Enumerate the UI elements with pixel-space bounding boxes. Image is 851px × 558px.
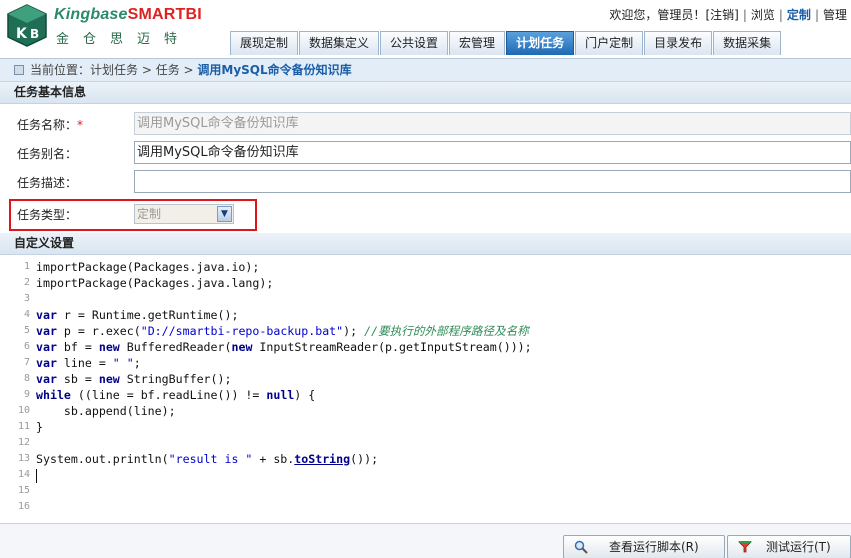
- task-alias-label: 任务别名：: [17, 147, 78, 161]
- line-number: 4: [23, 309, 30, 320]
- code-line[interactable]: 10 sb.append(line);: [0, 403, 851, 419]
- funnel-run-icon: [738, 541, 752, 553]
- code-line[interactable]: 12: [0, 435, 851, 451]
- line-number: 3: [23, 293, 30, 304]
- breadcrumb: 当前位置：计划任务 > 任务 > 调用MySQL命令备份知识库: [0, 58, 851, 82]
- browse-link[interactable]: 浏览: [751, 8, 775, 22]
- code-line[interactable]: 11}: [0, 419, 851, 435]
- code-line[interactable]: 8 var sb = new StringBuffer();: [0, 371, 851, 387]
- line-number: 2: [23, 277, 30, 288]
- line-number: 12: [17, 437, 30, 448]
- tab-dataset[interactable]: 数据集定义: [299, 31, 380, 55]
- view-run-script-button[interactable]: 查看运行脚本(R): [563, 535, 725, 558]
- line-number: 8: [23, 373, 30, 384]
- line-number: 16: [17, 501, 30, 512]
- svg-text:K: K: [16, 26, 28, 42]
- top-user-bar: 欢迎您，管理员！[注销] | 浏览 | 定制 | 管理: [609, 8, 847, 22]
- code-text: }: [36, 420, 43, 434]
- code-text: importPackage(Packages.java.io);: [36, 260, 260, 274]
- code-line[interactable]: 7 var line = " ";: [0, 355, 851, 371]
- line-number: 14: [17, 469, 30, 480]
- logo-wordmark: KingbaseSMARTBI: [54, 6, 202, 23]
- test-run-button[interactable]: 测试运行(T): [727, 535, 851, 558]
- line-number: 13: [17, 453, 30, 464]
- task-name-label: 任务名称：*: [17, 118, 84, 132]
- tab-portal[interactable]: 门户定制: [575, 31, 644, 55]
- task-alias-row: 任务别名： 调用MySQL命令备份知识库: [0, 138, 851, 167]
- code-line[interactable]: 4 var r = Runtime.getRuntime();: [0, 307, 851, 323]
- highlight-annotation-box: [9, 199, 257, 231]
- svg-text:B: B: [30, 27, 39, 41]
- code-text: var bf = new BufferedReader(new InputStr…: [36, 340, 532, 354]
- manage-link[interactable]: 管理: [823, 8, 847, 22]
- code-text: while ((line = bf.readLine()) != null) {: [36, 388, 316, 402]
- code-text: importPackage(Packages.java.lang);: [36, 276, 274, 290]
- code-text: System.out.println("result is " + sb.toS…: [36, 452, 379, 466]
- task-desc-row: 任务描述：: [0, 167, 851, 196]
- breadcrumb-current: 调用MySQL命令备份知识库: [197, 63, 352, 77]
- task-alias-field[interactable]: 调用MySQL命令备份知识库: [134, 141, 851, 164]
- tab-presentation[interactable]: 展现定制: [230, 31, 299, 55]
- required-marker: *: [77, 118, 84, 132]
- line-number: 1: [23, 261, 30, 272]
- code-line[interactable]: 14: [0, 467, 851, 483]
- app-header: K B KingbaseSMARTBI 金仓思迈特 欢迎您，管理员！[注销] | 浏…: [0, 0, 851, 55]
- line-number: 11: [17, 421, 30, 432]
- code-line[interactable]: 5 var p = r.exec("D://smartbi-repo-backup…: [0, 323, 851, 339]
- main-tab-bar: 展现定制 数据集定义 公共设置 宏管理 计划任务 门户定制 目录发布 数据采集: [230, 31, 782, 55]
- task-desc-label: 任务描述：: [17, 176, 78, 190]
- line-number: 10: [17, 405, 30, 416]
- code-text: var line = " ";: [36, 356, 141, 370]
- tab-common-settings[interactable]: 公共设置: [380, 31, 449, 55]
- code-line[interactable]: 6 var bf = new BufferedReader(new InputSt…: [0, 339, 851, 355]
- code-line[interactable]: 3: [0, 291, 851, 307]
- code-line[interactable]: 1 importPackage(Packages.java.io);: [0, 259, 851, 275]
- section-task-basic-info: 任务基本信息: [0, 82, 851, 104]
- code-line[interactable]: 13 System.out.println("result is " + sb.t…: [0, 451, 851, 467]
- code-text: var sb = new StringBuffer();: [36, 372, 232, 386]
- text-cursor: [36, 469, 37, 483]
- welcome-text: 欢迎您，管理员！: [609, 8, 706, 22]
- breadcrumb-path[interactable]: 计划任务 > 任务 >: [90, 63, 197, 77]
- code-text: var p = r.exec("D://smartbi-repo-backup.…: [36, 324, 529, 338]
- task-name-field: 调用MySQL命令备份知识库: [134, 112, 851, 135]
- code-line[interactable]: 2 importPackage(Packages.java.lang);: [0, 275, 851, 291]
- line-number: 9: [23, 389, 30, 400]
- code-line[interactable]: 16: [0, 499, 851, 515]
- section-custom-settings: 自定义设置: [0, 233, 851, 255]
- logo-subtitle: 金仓思迈特: [56, 32, 192, 47]
- task-name-row: 任务名称：* 调用MySQL命令备份知识库: [0, 109, 851, 138]
- tab-scheduled-tasks[interactable]: 计划任务: [506, 31, 575, 55]
- customize-link[interactable]: 定制: [787, 8, 811, 22]
- line-number: 6: [23, 341, 30, 352]
- line-number: 5: [23, 325, 30, 336]
- location-icon: [14, 65, 24, 75]
- code-text: sb.append(line);: [36, 404, 176, 418]
- bottom-action-bar: 查看运行脚本(R) 测试运行(T): [0, 523, 851, 558]
- code-line[interactable]: 9 while ((line = bf.readLine()) != null) …: [0, 387, 851, 403]
- tab-data-collection[interactable]: 数据采集: [713, 31, 782, 55]
- line-number: 15: [17, 485, 30, 496]
- magnifier-icon: [574, 540, 588, 554]
- code-line[interactable]: 15: [0, 483, 851, 499]
- code-text: var r = Runtime.getRuntime();: [36, 308, 239, 322]
- logout-link[interactable]: [注销]: [705, 8, 738, 22]
- script-code-editor[interactable]: 1 importPackage(Packages.java.io); 2 import…: [0, 257, 851, 523]
- tab-macro[interactable]: 宏管理: [449, 31, 506, 55]
- kingbase-logo-icon: K B: [7, 4, 47, 47]
- line-number: 7: [23, 357, 30, 368]
- tab-catalog-publish[interactable]: 目录发布: [644, 31, 713, 55]
- task-desc-field[interactable]: [134, 170, 851, 193]
